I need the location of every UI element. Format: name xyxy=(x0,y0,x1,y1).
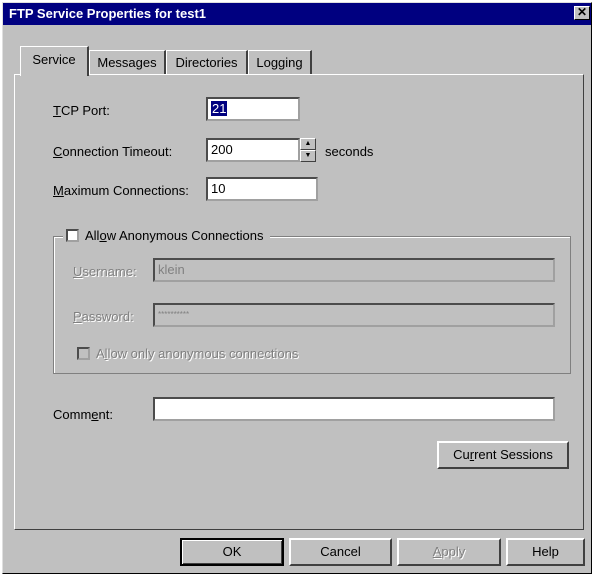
properties-dialog: FTP Service Properties for test1 ✕ Servi… xyxy=(2,2,592,574)
tab-label: Logging xyxy=(256,55,303,70)
tcp-port-label: TCP Port: xyxy=(53,103,110,118)
tab-label: Service xyxy=(32,52,76,67)
tab-service[interactable]: Service xyxy=(20,46,89,76)
password-label: Password: xyxy=(73,309,134,324)
allow-only-anonymous-toggle[interactable]: Allow only anonymous connections xyxy=(77,346,298,361)
connection-timeout-label: Connection Timeout: xyxy=(53,144,173,159)
max-connections-input[interactable]: 10 xyxy=(206,177,318,201)
tab-directories[interactable]: Directories xyxy=(166,50,248,74)
max-connections-label: Maximum Connections: xyxy=(53,183,189,198)
apply-button[interactable]: Apply xyxy=(397,538,501,566)
tab-label: Directories xyxy=(175,55,238,70)
close-button[interactable]: ✕ xyxy=(574,6,590,20)
tab-logging[interactable]: Logging xyxy=(248,50,312,74)
allow-anonymous-toggle[interactable]: Allow Anonymous Connections xyxy=(63,228,270,246)
allow-anonymous-checkbox[interactable] xyxy=(66,229,79,242)
spin-up-icon[interactable]: ▲ xyxy=(300,138,316,150)
comment-label: Comment: xyxy=(53,407,113,422)
tcp-port-input[interactable]: 21 xyxy=(206,97,300,121)
seconds-label: seconds xyxy=(325,144,374,159)
help-button[interactable]: Help xyxy=(506,538,585,566)
allow-only-anonymous-checkbox[interactable] xyxy=(77,347,90,360)
timeout-spinner[interactable]: ▲ ▼ xyxy=(300,138,316,162)
username-input[interactable]: klein xyxy=(153,258,555,282)
username-label: Username: xyxy=(73,264,137,279)
title-bar[interactable]: FTP Service Properties for test1 ✕ xyxy=(3,3,591,25)
current-sessions-button[interactable]: Current Sessions xyxy=(437,441,569,469)
service-panel: TCP Port: 21 Connection Timeout: 200 ▲ ▼… xyxy=(14,74,584,530)
close-icon: ✕ xyxy=(576,5,588,19)
ok-button[interactable]: OK xyxy=(180,538,284,566)
tab-label: Messages xyxy=(97,55,157,70)
cancel-button[interactable]: Cancel xyxy=(289,538,392,566)
tab-messages[interactable]: Messages xyxy=(89,50,166,74)
password-input[interactable]: ********** xyxy=(153,303,555,327)
window-title: FTP Service Properties for test1 xyxy=(9,6,207,21)
comment-input[interactable] xyxy=(153,397,555,421)
spin-down-icon[interactable]: ▼ xyxy=(300,150,316,162)
connection-timeout-input[interactable]: 200 xyxy=(206,138,300,162)
